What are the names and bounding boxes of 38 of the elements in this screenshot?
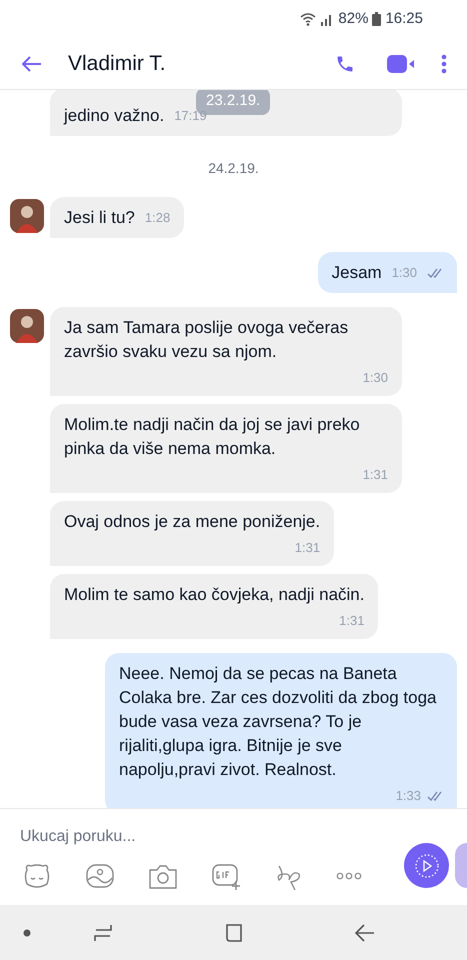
- message-time: 1:31: [362, 466, 388, 484]
- video-camera-icon[interactable]: [387, 54, 417, 72]
- dot-icon[interactable]: [23, 928, 31, 936]
- message-text: Ja sam Tamara poslije ovoga večeras završio svaku vezu sa njom.: [64, 317, 350, 363]
- floating-date: 23.2.19.: [196, 90, 270, 114]
- avatar[interactable]: [10, 309, 44, 343]
- message-time: 1:28: [144, 209, 170, 227]
- video-message-button[interactable]: [404, 843, 449, 888]
- wifi-icon: [300, 12, 316, 26]
- recent-apps-icon[interactable]: [93, 924, 113, 942]
- message-time: 1:31: [294, 539, 320, 557]
- message-input-field[interactable]: Ukucaj poruku...: [20, 823, 320, 851]
- message-time: 1:33: [396, 787, 421, 805]
- message-text: Molim.te nadji način da joj se javi preko pinka da više nema momka.: [64, 414, 361, 460]
- message-time: 1:30: [392, 264, 417, 282]
- message-text: jedino važno.: [64, 105, 164, 127]
- battery-icon: [372, 12, 382, 26]
- message-time: 1:31: [339, 612, 364, 630]
- battery-percent: 82%: [338, 8, 368, 29]
- date-divider: 24.2.19.: [208, 159, 259, 178]
- back-icon[interactable]: [355, 924, 375, 942]
- play-circle-icon: [414, 852, 440, 878]
- contact-name[interactable]: Vladimir T.: [68, 48, 335, 80]
- more-dots-icon[interactable]: [336, 872, 362, 880]
- gallery-icon[interactable]: [86, 862, 114, 890]
- message-text: Jesam: [332, 262, 382, 284]
- sticker-face-icon[interactable]: [22, 862, 52, 890]
- status-time: 16:25: [385, 8, 423, 29]
- avatar[interactable]: [10, 199, 44, 233]
- message-text: Ovaj odnos je za mene poniženje.: [64, 511, 320, 533]
- home-icon[interactable]: [225, 922, 245, 942]
- phone-icon[interactable]: [335, 54, 355, 74]
- message-text: Jesi li tu?: [64, 207, 135, 229]
- more-options-icon[interactable]: [441, 54, 447, 74]
- back-arrow-icon[interactable]: [22, 56, 42, 72]
- message-time: 1:30: [362, 369, 388, 387]
- message-text: Molim te samo kao čovjeka, nadji način.: [64, 584, 364, 606]
- message-text: Neee. Nemoj da se pecas na Baneta Colaka bre. Zar ces dozvoliti da zbog toga bude vasa veza zavrsena? To je rijaliti,glupa igra. Bitnije je sve napolju,pravi zivot. Realnost.: [119, 663, 438, 781]
